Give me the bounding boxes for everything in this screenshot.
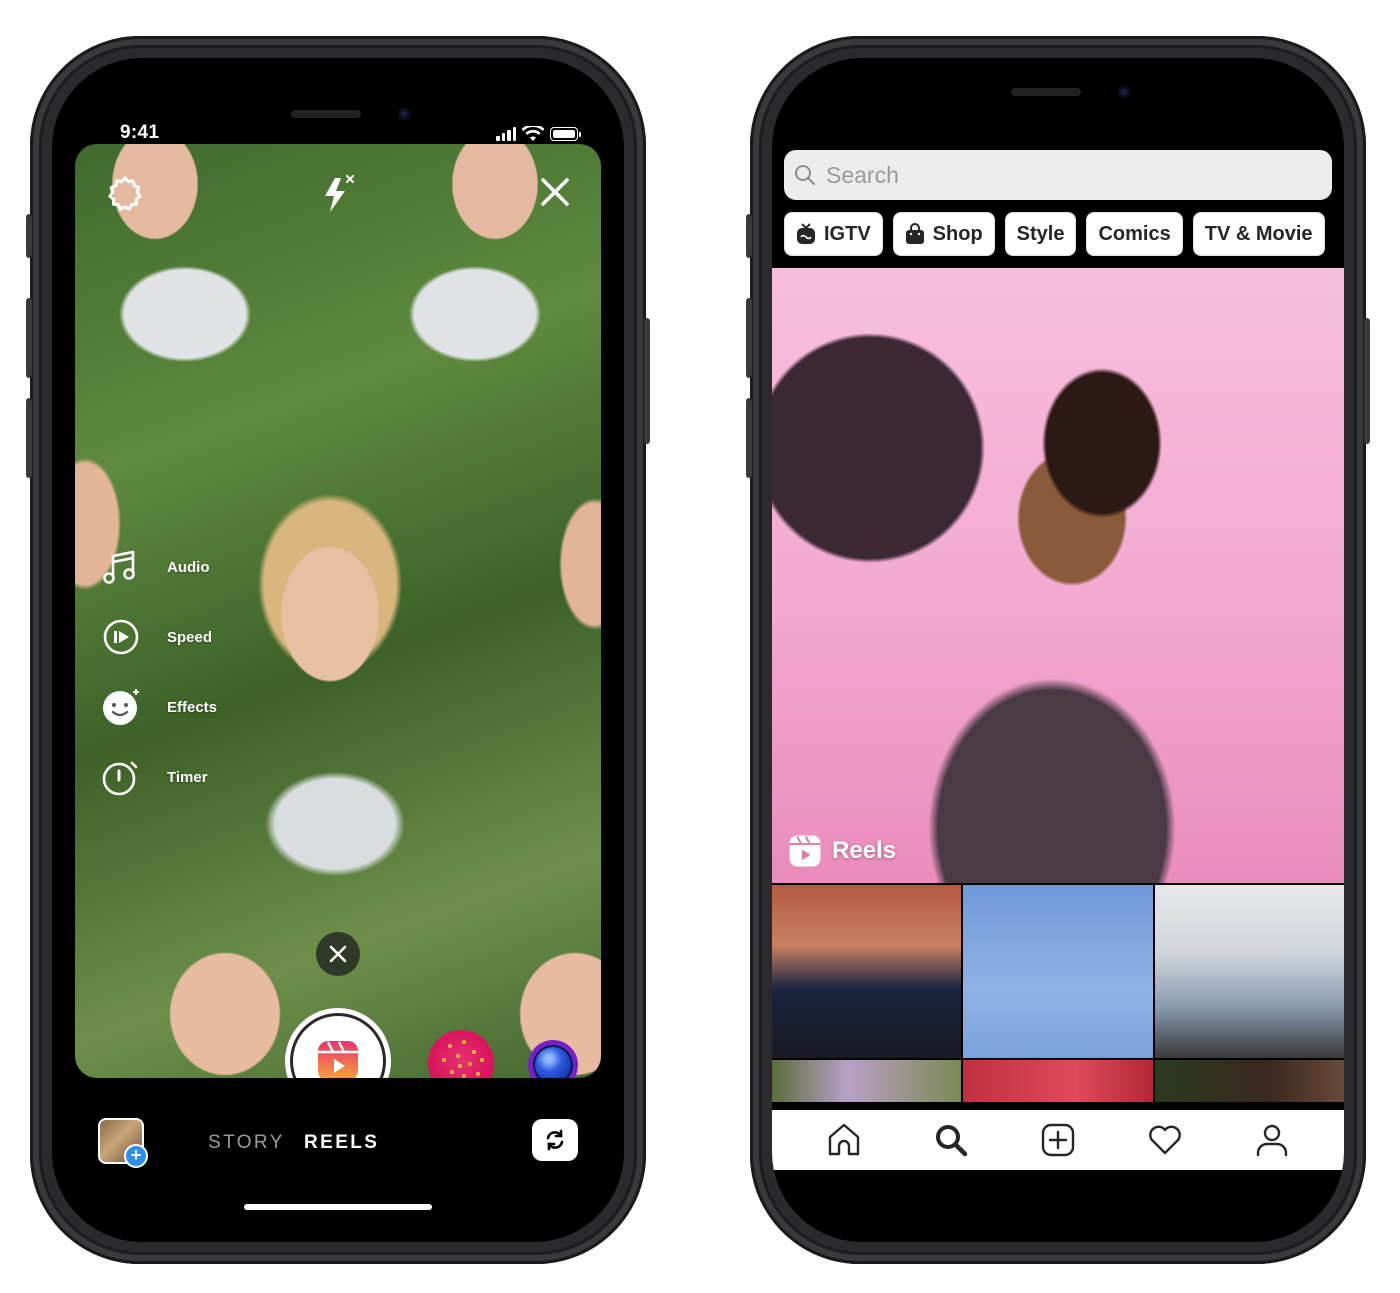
camera-viewfinder[interactable]: Audio Speed Effects Timer [75, 144, 601, 1078]
volume-up-button [26, 298, 32, 378]
reels-badge: Reels [788, 834, 896, 868]
front-camera [398, 108, 410, 120]
grid-post[interactable] [1154, 885, 1344, 1058]
wifi-icon [522, 126, 544, 141]
tab-profile[interactable] [1250, 1118, 1294, 1162]
bottom-tab-bar [772, 1110, 1344, 1170]
tool-label: Timer [167, 768, 208, 786]
close-icon [329, 945, 347, 963]
chip-igtv[interactable]: IGTV [784, 212, 883, 256]
camera-bottom-bar: + STORY REELS [52, 1098, 624, 1178]
grid-post[interactable] [1154, 1060, 1344, 1102]
earpiece-speaker [291, 110, 361, 118]
close-icon[interactable] [537, 174, 573, 210]
tab-activity[interactable] [1143, 1118, 1187, 1162]
chip-comics[interactable]: Comics [1086, 212, 1183, 256]
search-icon [795, 165, 815, 185]
tool-audio[interactable]: Audio [101, 547, 210, 587]
chip-label: Shop [932, 222, 983, 245]
explore-screen: 9:41 IGTV Shop Style Com [772, 58, 1344, 1242]
heart-icon [1149, 1125, 1182, 1155]
record-button[interactable] [285, 1008, 391, 1078]
tool-speed[interactable]: Speed [101, 617, 212, 657]
mode-reels[interactable]: REELS [304, 1132, 379, 1154]
effects-face-icon [101, 687, 141, 727]
chip-tv-movies[interactable]: TV & Movie [1192, 212, 1325, 256]
chip-shop[interactable]: Shop [892, 212, 995, 256]
profile-icon [1257, 1124, 1288, 1157]
timer-icon [101, 757, 141, 797]
status-bar: 9:41 [772, 122, 1344, 148]
topic-chips: IGTV Shop Style Comics TV & Movie [784, 212, 1325, 256]
flash-off-icon[interactable] [319, 172, 359, 216]
tool-effects[interactable]: Effects [101, 687, 217, 727]
phone-camera-view: 9:41 Audio Speed Effects Timer + STORY R… [26, 36, 650, 1264]
status-time: 9:41 [120, 122, 160, 143]
tool-label: Audio [167, 558, 210, 576]
shopping-bag-icon [905, 223, 924, 244]
tab-create[interactable] [1036, 1118, 1080, 1162]
volume-down-button [26, 398, 32, 478]
chip-style[interactable]: Style [1004, 212, 1077, 256]
discard-clip-button[interactable] [316, 932, 360, 976]
earpiece-speaker [1011, 88, 1081, 96]
tab-home[interactable] [822, 1118, 866, 1162]
reels-icon [789, 835, 821, 867]
reels-icon [318, 1041, 358, 1078]
grid-post[interactable] [963, 885, 1153, 1058]
home-indicator[interactable] [964, 1208, 1152, 1214]
battery-icon [550, 127, 581, 141]
tool-label: Speed [167, 628, 213, 646]
status-time: 9:41 [840, 122, 880, 143]
battery-icon [1270, 127, 1301, 141]
tool-label: Effects [167, 698, 218, 716]
flip-camera-icon [546, 1129, 564, 1151]
grid-post[interactable] [772, 1060, 962, 1102]
music-note-icon [101, 547, 141, 587]
home-indicator[interactable] [244, 1204, 432, 1210]
power-button [1364, 318, 1370, 444]
tab-search[interactable] [929, 1118, 973, 1162]
chip-label: TV & Movie [1204, 222, 1313, 245]
camera-screen: 9:41 Audio Speed Effects Timer + STORY R… [52, 58, 624, 1242]
chip-label: Comics [1098, 222, 1171, 245]
phone-explore-view: 9:41 IGTV Shop Style Com [746, 36, 1370, 1264]
gear-icon[interactable] [105, 174, 145, 214]
power-button [644, 318, 650, 444]
volume-down-button [746, 398, 752, 478]
flip-camera-button[interactable] [532, 1119, 578, 1161]
add-post-icon [1041, 1123, 1075, 1157]
explore-grid [772, 885, 1344, 1102]
home-icon [828, 1123, 859, 1156]
grid-post[interactable] [963, 1060, 1153, 1102]
chip-label: IGTV [824, 222, 871, 245]
speed-icon [101, 617, 141, 657]
cellular-signal-icon [1216, 127, 1236, 141]
search-bar[interactable] [784, 150, 1332, 200]
wifi-icon [1242, 126, 1264, 141]
cellular-signal-icon [496, 127, 516, 141]
mode-story[interactable]: STORY [208, 1132, 285, 1154]
grid-post[interactable] [772, 885, 962, 1058]
tool-timer[interactable]: Timer [101, 757, 208, 797]
sparkle-effect-button[interactable] [428, 1030, 494, 1078]
chip-label: Style [1016, 222, 1065, 245]
search-icon [935, 1125, 968, 1157]
mute-switch [746, 214, 752, 258]
igtv-icon [797, 223, 815, 244]
search-input[interactable] [826, 161, 1257, 189]
volume-up-button [746, 298, 752, 378]
bubble-effect-button[interactable] [528, 1040, 578, 1078]
front-camera [1118, 86, 1130, 98]
reels-badge-label: Reels [832, 837, 897, 864]
add-from-gallery-badge[interactable]: + [124, 1144, 148, 1168]
featured-reel[interactable]: Reels [772, 268, 1344, 883]
mute-switch [26, 214, 32, 258]
